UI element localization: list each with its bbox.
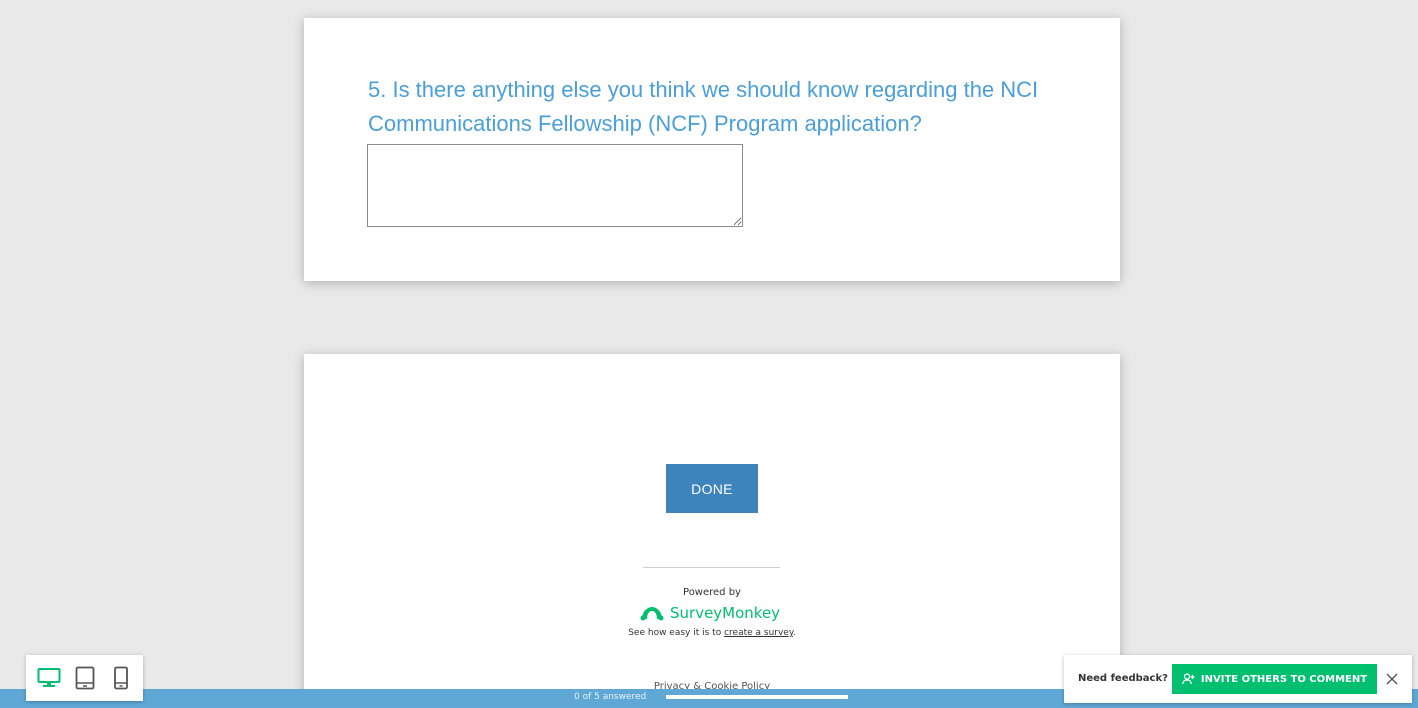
user-add-icon: [1182, 673, 1195, 685]
progress-track: [666, 695, 848, 699]
tagline-suffix: .: [792, 628, 796, 638]
tablet-preview-button[interactable]: [72, 665, 98, 691]
footer-card: DONE Powered by SurveyMonkey See how eas…: [304, 354, 1120, 708]
invite-others-label: INVITE OTHERS TO COMMENT: [1200, 673, 1368, 685]
need-feedback-label: Need feedback?: [1078, 673, 1168, 684]
close-feedback-button[interactable]: [1382, 669, 1402, 689]
close-icon: [1386, 673, 1398, 685]
desktop-preview-button[interactable]: [36, 665, 62, 691]
divider: [643, 567, 780, 568]
powered-by-text: Powered by: [683, 587, 741, 598]
device-preview-toolbar: [26, 655, 143, 701]
surveymonkey-logo-icon: [640, 607, 664, 621]
tagline: See how easy it is to create a survey.: [304, 628, 1120, 638]
phone-icon: [114, 666, 128, 690]
feedback-bar: Need feedback? INVITE OTHERS TO COMMENT: [1064, 655, 1412, 703]
brand-name: SurveyMonkey: [670, 604, 781, 622]
tagline-prefix: See how easy it is to: [628, 628, 725, 638]
question-card: 5. Is there anything else you think we s…: [304, 18, 1120, 281]
done-button[interactable]: DONE: [666, 464, 758, 513]
progress-text: 0 of 5 answered: [574, 692, 647, 702]
create-survey-link[interactable]: create a survey: [724, 628, 793, 638]
surveymonkey-logo[interactable]: SurveyMonkey: [640, 602, 780, 624]
phone-preview-button[interactable]: [108, 665, 134, 691]
desktop-icon: [37, 668, 61, 687]
question-title: 5. Is there anything else you think we s…: [368, 77, 1039, 136]
invite-others-button[interactable]: INVITE OTHERS TO COMMENT: [1172, 664, 1377, 694]
tablet-icon: [75, 666, 95, 690]
answer-textarea[interactable]: [367, 144, 743, 227]
